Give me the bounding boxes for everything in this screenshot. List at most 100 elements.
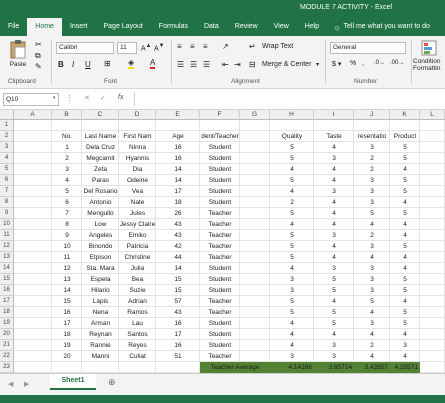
- table-cell[interactable]: 10: [52, 241, 82, 252]
- table-cell[interactable]: 5: [270, 208, 314, 219]
- table-cell[interactable]: Paras: [82, 175, 119, 186]
- row-header-3[interactable]: 3: [0, 142, 14, 153]
- table-cell[interactable]: Adrian: [119, 296, 156, 307]
- table-cell[interactable]: 4: [390, 197, 420, 208]
- table-cell[interactable]: Santos: [119, 329, 156, 340]
- table-cell[interactable]: 26: [156, 208, 200, 219]
- table-cell[interactable]: Ninna: [119, 142, 156, 153]
- table-cell[interactable]: 4: [354, 219, 390, 230]
- sheet-tab-sheet1[interactable]: Sheet1: [50, 374, 96, 390]
- table-cell[interactable]: 18: [52, 329, 82, 340]
- row-header-7[interactable]: 7: [0, 186, 14, 197]
- tell-me-search[interactable]: Tell me what you want to do: [341, 18, 438, 36]
- table-cell[interactable]: 4: [270, 329, 314, 340]
- table-cell[interactable]: Angeles: [82, 230, 119, 241]
- table-cell[interactable]: 3: [354, 285, 390, 296]
- table-cell[interactable]: 5: [390, 318, 420, 329]
- row-header-10[interactable]: 10: [0, 219, 14, 230]
- table-cell[interactable]: 16: [156, 142, 200, 153]
- table-cell[interactable]: Student: [200, 142, 240, 153]
- table-cell[interactable]: 4: [354, 252, 390, 263]
- merge-center-button[interactable]: Merge & Center: [262, 61, 311, 68]
- select-all-corner[interactable]: [0, 110, 14, 120]
- table-cell[interactable]: 5: [52, 186, 82, 197]
- table-cell[interactable]: 2: [52, 153, 82, 164]
- table-cell[interactable]: Vea: [119, 186, 156, 197]
- formula-input[interactable]: [134, 92, 445, 106]
- table-cell[interactable]: 15: [52, 296, 82, 307]
- row-header-17[interactable]: 17: [0, 296, 14, 307]
- table-cell[interactable]: 15: [156, 285, 200, 296]
- table-cell[interactable]: 43: [156, 307, 200, 318]
- font-name-box[interactable]: Calibri: [56, 42, 114, 54]
- row-header-1[interactable]: 1: [0, 120, 14, 131]
- table-cell[interactable]: Jules: [119, 208, 156, 219]
- table-cell[interactable]: Student: [200, 285, 240, 296]
- table-cell[interactable]: 3: [354, 175, 390, 186]
- header-cell-product[interactable]: Product: [390, 131, 420, 142]
- table-cell[interactable]: Reynan: [82, 329, 119, 340]
- row-header-4[interactable]: 4: [0, 153, 14, 164]
- table-cell[interactable]: Jessy Claire: [119, 219, 156, 230]
- insert-function-icon[interactable]: fx: [118, 94, 123, 101]
- table-cell[interactable]: 5: [314, 318, 354, 329]
- summary-label[interactable]: Teacher Average: [200, 362, 270, 373]
- table-cell[interactable]: 3: [52, 164, 82, 175]
- table-cell[interactable]: Student: [200, 186, 240, 197]
- row-header-18[interactable]: 18: [0, 307, 14, 318]
- align-bottom-icon[interactable]: ≡: [203, 42, 208, 51]
- column-header-c[interactable]: C: [82, 110, 119, 120]
- table-cell[interactable]: 3: [390, 340, 420, 351]
- increase-indent-icon[interactable]: ⇥: [234, 60, 241, 69]
- table-cell[interactable]: Emiko: [119, 230, 156, 241]
- column-header-a[interactable]: A: [14, 110, 52, 120]
- copy-icon[interactable]: ⧉: [35, 51, 41, 61]
- sheet-scroll-left-icon[interactable]: ◀: [8, 380, 13, 388]
- table-cell[interactable]: Student: [200, 329, 240, 340]
- table-cell[interactable]: Teacher: [200, 307, 240, 318]
- percent-icon[interactable]: %: [350, 60, 356, 67]
- table-cell[interactable]: 5: [390, 142, 420, 153]
- table-cell[interactable]: Student: [200, 153, 240, 164]
- table-cell[interactable]: Dia: [119, 164, 156, 175]
- table-cell[interactable]: 43: [156, 230, 200, 241]
- table-cell[interactable]: Patricia: [119, 241, 156, 252]
- table-cell[interactable]: 4: [314, 208, 354, 219]
- table-cell[interactable]: 11: [52, 252, 82, 263]
- table-cell[interactable]: Zeta: [82, 164, 119, 175]
- table-cell[interactable]: 4: [390, 164, 420, 175]
- table-cell[interactable]: Binondo: [82, 241, 119, 252]
- table-cell[interactable]: 57: [156, 296, 200, 307]
- row-header-13[interactable]: 13: [0, 252, 14, 263]
- table-cell[interactable]: 4: [314, 142, 354, 153]
- table-cell[interactable]: Teacher: [200, 252, 240, 263]
- table-cell[interactable]: 1: [52, 142, 82, 153]
- table-cell[interactable]: Ramos: [119, 307, 156, 318]
- number-format-box[interactable]: General: [330, 42, 406, 54]
- table-cell[interactable]: 2: [354, 230, 390, 241]
- table-cell[interactable]: Espela: [82, 274, 119, 285]
- header-cell-age[interactable]: Age: [156, 131, 200, 142]
- table-cell[interactable]: 8: [52, 219, 82, 230]
- column-header-e[interactable]: E: [156, 110, 200, 120]
- table-cell[interactable]: 3: [314, 186, 354, 197]
- column-header-h[interactable]: H: [270, 110, 314, 120]
- header-cell-role[interactable]: dent/Teacher: [200, 131, 240, 142]
- table-cell[interactable]: 3: [354, 274, 390, 285]
- table-cell[interactable]: 7: [52, 208, 82, 219]
- table-cell[interactable]: Manni: [82, 351, 119, 362]
- table-cell[interactable]: 3: [354, 186, 390, 197]
- table-cell[interactable]: 3: [314, 351, 354, 362]
- row-header-20[interactable]: 20: [0, 329, 14, 340]
- table-cell[interactable]: 14: [52, 285, 82, 296]
- tab-data[interactable]: Data: [196, 18, 227, 36]
- cancel-entry-icon[interactable]: ✕: [84, 94, 90, 102]
- table-cell[interactable]: Low: [82, 219, 119, 230]
- tab-home[interactable]: Home: [27, 18, 62, 36]
- table-cell[interactable]: 17: [52, 318, 82, 329]
- tab-file[interactable]: File: [0, 18, 27, 36]
- decrease-font-icon[interactable]: A▼: [154, 43, 164, 52]
- table-cell[interactable]: Dela Cruz: [82, 142, 119, 153]
- table-cell[interactable]: Lapis: [82, 296, 119, 307]
- font-size-box[interactable]: 11: [117, 42, 137, 54]
